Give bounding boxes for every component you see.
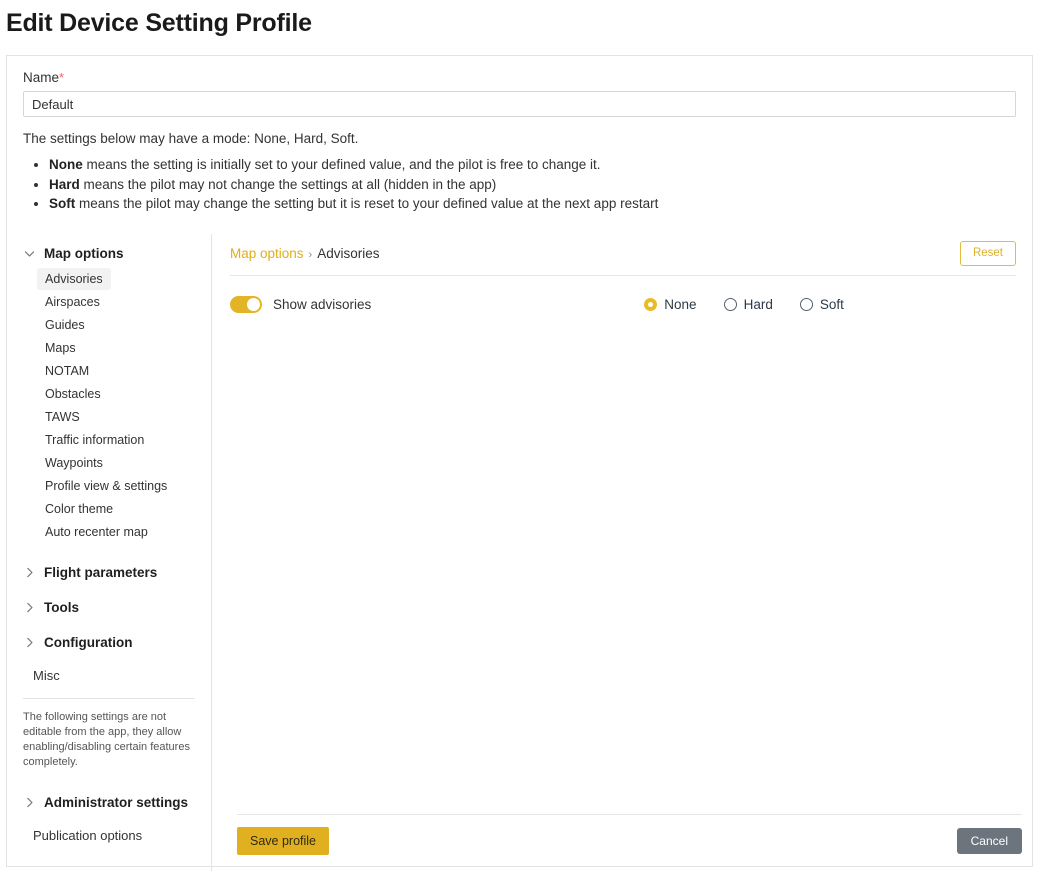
radio-indicator-hard[interactable] xyxy=(723,297,737,311)
radio-option-soft[interactable]: Soft xyxy=(799,296,844,312)
mode-term: Soft xyxy=(49,196,76,212)
sidebar-item-notam[interactable]: NOTAM xyxy=(37,360,97,382)
sidebar-divider xyxy=(23,698,195,699)
breadcrumb: Map options › Advisories xyxy=(230,246,380,261)
sidebar-item-airspaces-row: Airspaces xyxy=(7,291,211,314)
breadcrumb-current: Advisories xyxy=(317,245,380,261)
sidebar-group-configuration[interactable]: Configuration xyxy=(7,628,211,657)
radio-option-hard[interactable]: Hard xyxy=(723,296,773,312)
sidebar-group-administrator-settings[interactable]: Administrator settings xyxy=(7,788,211,817)
sidebar-item-advisories[interactable]: Advisories xyxy=(37,268,111,290)
chevron-right-icon xyxy=(23,636,36,649)
page-title: Edit Device Setting Profile xyxy=(6,9,312,37)
sidebar-item-publication-options[interactable]: Publication options xyxy=(33,825,150,846)
chevron-right-icon xyxy=(23,566,36,579)
sidebar-item-profile-view-settings[interactable]: Profile view & settings xyxy=(37,475,175,497)
sidebar-group-map-options[interactable]: Map options xyxy=(7,239,211,268)
mode-desc: means the setting is initially set to yo… xyxy=(82,157,601,172)
reset-button[interactable]: Reset xyxy=(959,240,1016,266)
name-input[interactable] xyxy=(23,91,1016,117)
sidebar-item-notam-row: NOTAM xyxy=(7,360,211,383)
radio-label-soft: Soft xyxy=(819,296,844,312)
sidebar-item-waypoints-row: Waypoints xyxy=(7,452,211,475)
mode-term: Hard xyxy=(49,176,80,192)
sidebar-item-obstacles-row: Obstacles xyxy=(7,383,211,406)
name-label-text: Name xyxy=(23,70,60,85)
sidebar-item-auto-recenter-row: Auto recenter map xyxy=(7,521,211,544)
sidebar-item-airspaces[interactable]: Airspaces xyxy=(37,291,108,313)
sidebar-item-traffic-information-row: Traffic information xyxy=(7,429,211,452)
sidebar-item-taws-row: TAWS xyxy=(7,406,211,429)
settings-content-panel: Map options › Advisories Reset Show adviso… xyxy=(212,234,1032,866)
name-label: Name* xyxy=(23,70,1016,85)
card-footer: Save profile Cancel xyxy=(219,814,1032,866)
required-asterisk: * xyxy=(59,70,65,85)
sidebar-note-text: The following settings are not editable … xyxy=(23,711,190,768)
chevron-right-icon xyxy=(23,601,36,614)
sidebar-item-obstacles[interactable]: Obstacles xyxy=(37,383,109,405)
sidebar-item-waypoints[interactable]: Waypoints xyxy=(37,452,111,474)
sidebar-item-guides[interactable]: Guides xyxy=(37,314,93,336)
sidebar-group-label: Tools xyxy=(44,600,79,615)
sidebar-item-traffic-information[interactable]: Traffic information xyxy=(37,429,152,451)
sidebar-item-taws[interactable]: TAWS xyxy=(37,406,88,428)
sidebar-item-color-theme-row: Color theme xyxy=(7,498,211,521)
chevron-right-icon xyxy=(23,796,36,809)
content-header: Map options › Advisories Reset xyxy=(230,234,1016,270)
breadcrumb-separator-icon: › xyxy=(308,248,313,261)
radio-option-none[interactable]: None xyxy=(644,296,697,312)
modes-explanation-list: None means the setting is initially set … xyxy=(23,155,1016,214)
toggle-knob xyxy=(247,297,260,311)
list-item: Soft means the pilot may change the sett… xyxy=(49,194,1016,214)
sidebar-item-maps-row: Maps xyxy=(7,337,211,360)
breadcrumb-parent-link[interactable]: Map options xyxy=(230,246,304,261)
radio-indicator-soft[interactable] xyxy=(799,297,813,311)
sidebar-group-tools[interactable]: Tools xyxy=(7,593,211,622)
cancel-button[interactable]: Cancel xyxy=(956,828,1022,854)
sidebar-item-color-theme[interactable]: Color theme xyxy=(37,498,121,520)
sidebar-group-label: Administrator settings xyxy=(44,795,189,810)
settings-split-view: Map options Advisories Airspaces Guides … xyxy=(7,234,1032,871)
content-divider xyxy=(230,275,1016,276)
edit-profile-card: Name* The settings below may have a mode… xyxy=(6,55,1033,871)
sidebar-item-misc-row: Misc xyxy=(7,665,211,686)
setting-label: Show advisories xyxy=(273,296,372,312)
sidebar-item-profile-view-row: Profile view & settings xyxy=(7,475,211,498)
sidebar-item-publication-row: Publication options xyxy=(7,825,211,846)
chevron-down-icon xyxy=(23,247,36,260)
sidebar-item-guides-row: Guides xyxy=(7,314,211,337)
mode-desc: means the pilot may change the setting b… xyxy=(75,196,659,212)
radio-indicator-none[interactable] xyxy=(644,297,658,311)
sidebar-group-label: Flight parameters xyxy=(44,565,158,580)
radio-label-hard: Hard xyxy=(743,296,773,312)
sidebar-group-flight-parameters[interactable]: Flight parameters xyxy=(7,558,211,587)
footer-actions: Save profile Cancel xyxy=(237,815,1022,855)
sidebar-item-misc[interactable]: Misc xyxy=(33,665,68,686)
radio-label-none: None xyxy=(664,296,697,312)
mode-desc: means the pilot may not change the setti… xyxy=(79,176,497,192)
list-item: Hard means the pilot may not change the … xyxy=(49,175,1016,195)
sidebar-group-label: Configuration xyxy=(44,635,133,650)
sidebar-item-maps[interactable]: Maps xyxy=(37,337,84,359)
sidebar-item-advisories-row: Advisories xyxy=(7,268,211,291)
mode-term: None xyxy=(49,157,83,172)
sidebar-group-label: Map options xyxy=(44,246,124,261)
show-advisories-toggle[interactable] xyxy=(230,295,262,313)
settings-sidebar: Map options Advisories Airspaces Guides … xyxy=(7,234,212,871)
save-profile-button[interactable]: Save profile xyxy=(237,827,330,855)
setting-row-show-advisories: Show advisories None Hard Soft xyxy=(230,292,1016,316)
modes-intro-text: The settings below may have a mode: None… xyxy=(23,131,359,146)
profile-form-header: Name* The settings below may have a mode… xyxy=(7,56,1032,214)
list-item: None means the setting is initially set … xyxy=(49,155,1016,175)
mode-radio-group: None Hard Soft xyxy=(644,297,844,312)
sidebar-item-auto-recenter-map[interactable]: Auto recenter map xyxy=(37,521,156,543)
